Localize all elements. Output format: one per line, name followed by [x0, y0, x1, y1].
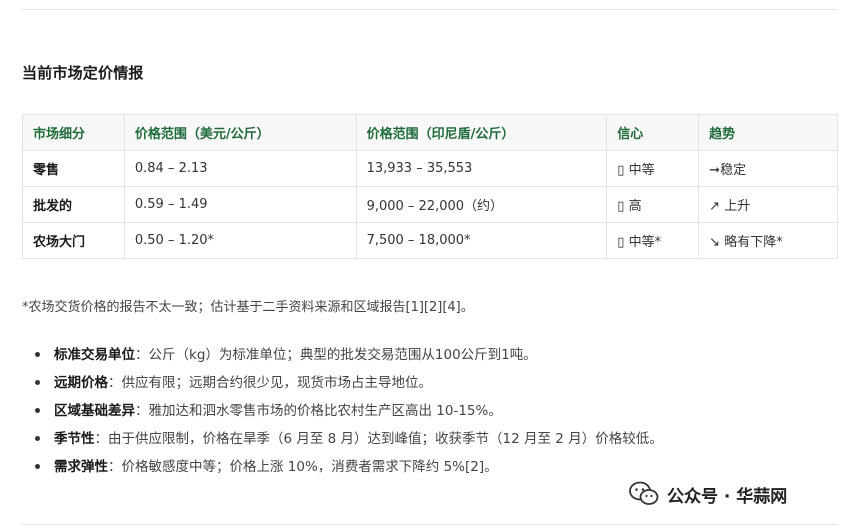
header-idr-range: 价格范围（印尼盾/公斤）: [355, 114, 608, 151]
watermark-text: 公众号 · 华蒜网: [667, 486, 788, 507]
bullet-term: 季节性: [54, 431, 95, 447]
cell-usd: 0.59 – 1.49: [123, 186, 357, 223]
cell-segment: 农场大门: [22, 222, 125, 259]
bullet-term: 远期价格: [54, 375, 108, 391]
list-item: 需求弹性：价格敏感度中等；价格上涨 10%，消费者需求下降约 5%[2]。: [22, 453, 822, 481]
right-arrow-icon: ➞: [709, 163, 721, 178]
cell-trend: ↘ 略有下降*: [698, 222, 838, 259]
trend-label: 稳定: [720, 163, 747, 178]
cell-idr: 13,933 – 35,553: [355, 150, 608, 187]
header-usd-range: 价格范围（美元/公斤）: [123, 114, 357, 151]
cell-idr: 7,500 – 18,000*: [355, 222, 608, 259]
footnote: *农场交货价格的报告不太一致；估计基于二手资料来源和区域报告[1][2][4]。: [22, 300, 474, 315]
missing-glyph-icon: ▯: [617, 235, 625, 250]
confidence-label: 高: [628, 199, 642, 214]
cell-usd: 0.84 – 2.13: [123, 150, 357, 187]
bullet-text: ：价格敏感度中等；价格上涨 10%，消费者需求下降约 5%[2]。: [108, 459, 498, 475]
wechat-icon: [629, 481, 659, 505]
list-item: 标准交易单位：公斤（kg）为标准单位；典型的批发交易范围从100公斤到1吨。: [22, 341, 822, 369]
bullet-term: 标准交易单位: [54, 347, 135, 363]
table-row: 农场大门 0.50 – 1.20* 7,500 – 18,000* ▯ 中等* …: [22, 222, 838, 259]
cell-confidence: ▯ 中等*: [606, 222, 700, 259]
missing-glyph-icon: ▯: [617, 199, 625, 214]
down-right-arrow-icon: ↘: [709, 235, 721, 250]
cell-confidence: ▯ 高: [606, 186, 700, 223]
missing-glyph-icon: ▯: [617, 163, 625, 178]
up-right-arrow-icon: ↗: [709, 199, 721, 214]
bullet-term: 区域基础差异: [54, 403, 135, 419]
table-row: 批发的 0.59 – 1.49 9,000 – 22,000（约） ▯ 高 ↗ …: [22, 186, 838, 223]
bullet-text: ：供应有限；远期合约很少见，现货市场占主导地位。: [108, 375, 432, 391]
cell-idr: 9,000 – 22,000（约）: [355, 186, 608, 223]
header-trend: 趋势: [698, 114, 838, 151]
cell-usd: 0.50 – 1.20*: [123, 222, 357, 259]
bullet-text: ：由于供应限制，价格在旱季（6 月至 8 月）达到峰值；收获季节（12 月至 2…: [94, 431, 663, 447]
trend-label: 上升: [724, 199, 751, 214]
list-item: 远期价格：供应有限；远期合约很少见，现货市场占主导地位。: [22, 369, 822, 397]
top-divider: [22, 9, 838, 10]
header-segment: 市场细分: [22, 114, 125, 151]
bullet-text: ：雅加达和泗水零售市场的价格比农村生产区高出 10-15%。: [135, 403, 502, 419]
header-confidence: 信心: [606, 114, 700, 151]
cell-segment: 零售: [22, 150, 125, 187]
confidence-label: 中等: [628, 163, 655, 178]
cell-confidence: ▯ 中等: [606, 150, 700, 187]
section-title: 当前市场定价情报: [22, 64, 144, 82]
cell-trend: ➞稳定: [698, 150, 838, 187]
bullet-term: 需求弹性: [54, 459, 108, 475]
watermark: 公众号 · 华蒜网: [629, 481, 787, 507]
list-item: 季节性：由于供应限制，价格在旱季（6 月至 8 月）达到峰值；收获季节（12 月…: [22, 425, 822, 453]
cell-trend: ↗ 上升: [698, 186, 838, 223]
bullet-text: ：公斤（kg）为标准单位；典型的批发交易范围从100公斤到1吨。: [135, 347, 537, 363]
confidence-label: 中等*: [628, 235, 662, 250]
bullet-list: 标准交易单位：公斤（kg）为标准单位；典型的批发交易范围从100公斤到1吨。 远…: [22, 341, 822, 481]
table-row: 零售 0.84 – 2.13 13,933 – 35,553 ▯ 中等 ➞稳定: [22, 150, 838, 187]
list-item: 区域基础差异：雅加达和泗水零售市场的价格比农村生产区高出 10-15%。: [22, 397, 822, 425]
cell-segment: 批发的: [22, 186, 125, 223]
pricing-table: 市场细分 价格范围（美元/公斤） 价格范围（印尼盾/公斤） 信心 趋势 零售 0…: [22, 114, 838, 259]
table-header-row: 市场细分 价格范围（美元/公斤） 价格范围（印尼盾/公斤） 信心 趋势: [22, 114, 838, 151]
trend-label: 略有下降*: [724, 235, 783, 250]
bottom-divider: [22, 524, 838, 525]
